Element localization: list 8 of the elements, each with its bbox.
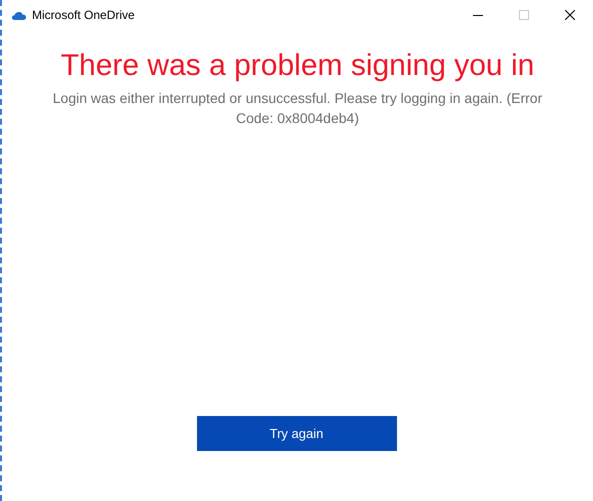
maximize-icon <box>519 10 529 20</box>
minimize-icon <box>473 14 483 16</box>
close-icon <box>565 10 575 20</box>
cloud-icon <box>12 10 26 20</box>
error-message: Login was either interrupted or unsuccessful. Please try logging in again. (Error Code: 0x8004deb4) <box>52 89 544 128</box>
try-again-button[interactable]: Try again <box>196 416 396 451</box>
window-title: Microsoft OneDrive <box>32 7 135 24</box>
error-heading: There was a problem signing you in <box>60 48 534 84</box>
